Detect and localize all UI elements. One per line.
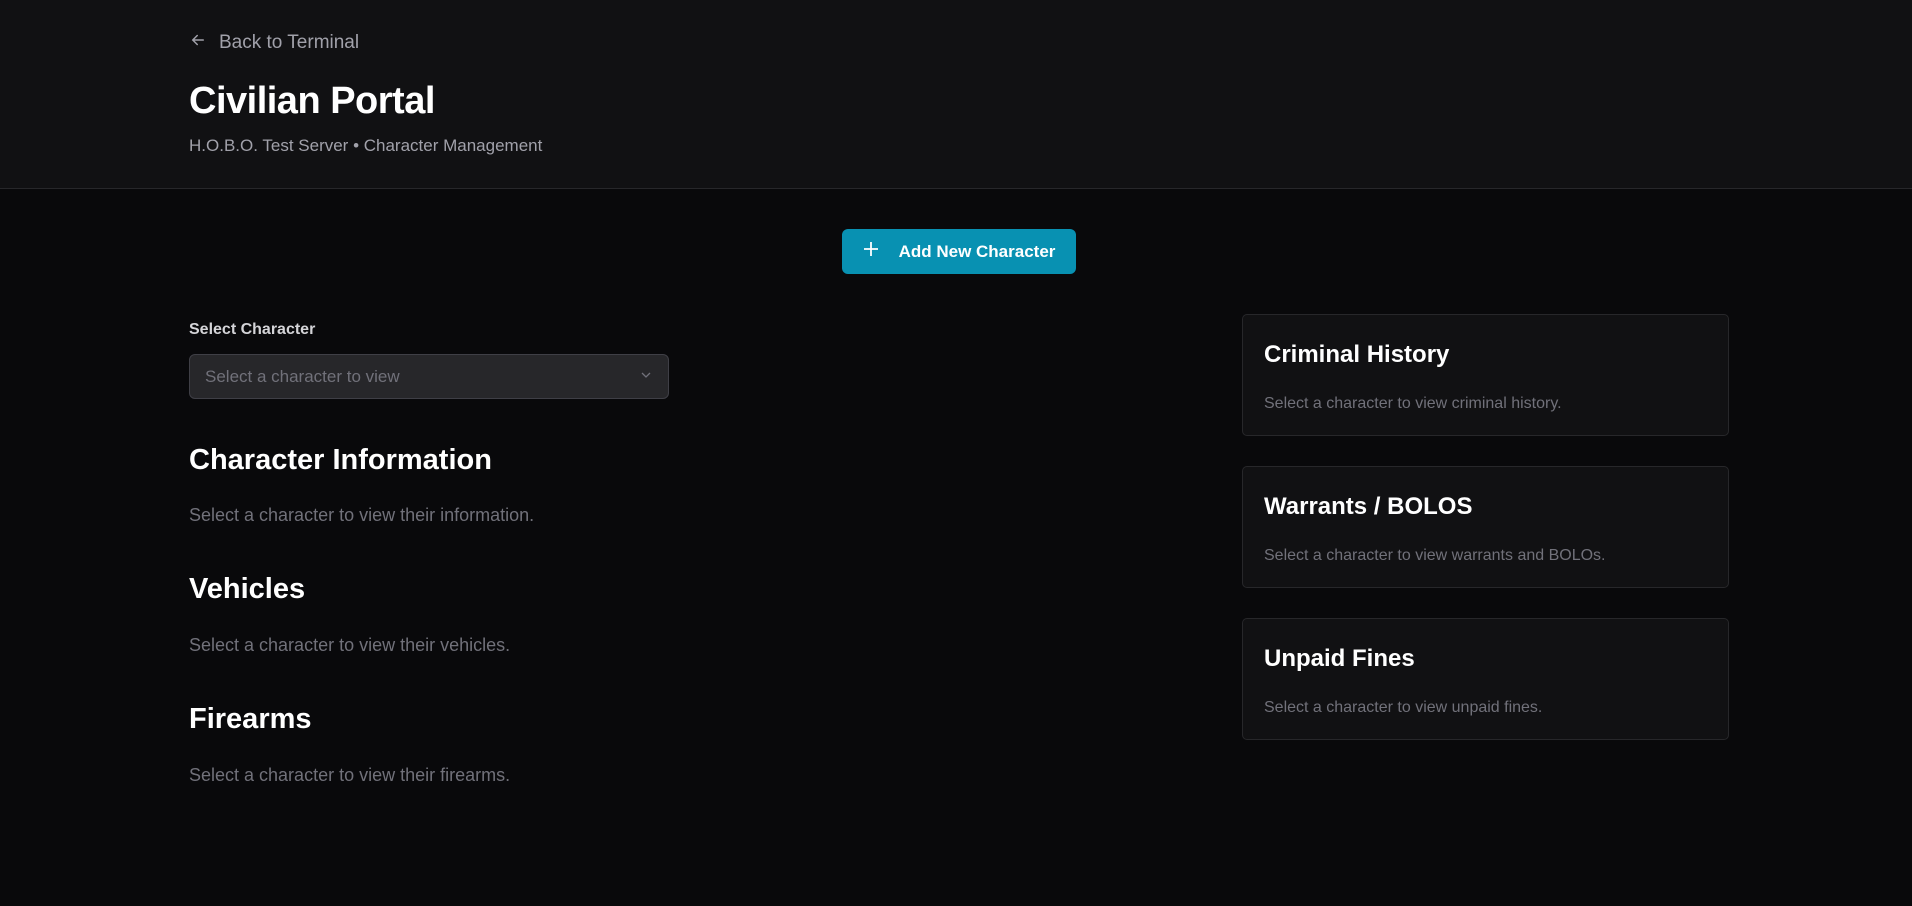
arrow-left-icon (189, 31, 207, 55)
character-select[interactable]: Select a character to view (189, 354, 669, 399)
card-title: Unpaid Fines (1264, 645, 1415, 672)
character-information-heading: Character Information (189, 444, 492, 476)
back-to-terminal-link[interactable]: Back to Terminal (189, 31, 359, 55)
select-placeholder: Select a character to view (205, 366, 400, 386)
character-information-empty: Select a character to view their informa… (189, 505, 535, 525)
warrants-bolos-card: Warrants / BOLOS Select a character to v… (1242, 466, 1729, 588)
page-subtitle: H.O.B.O. Test Server • Character Managem… (189, 136, 543, 155)
card-title: Warrants / BOLOS (1264, 493, 1473, 520)
card-empty-text: Select a character to view warrants and … (1264, 547, 1606, 564)
card-empty-text: Select a character to view unpaid fines. (1264, 699, 1543, 716)
back-label: Back to Terminal (219, 32, 360, 53)
vehicles-empty: Select a character to view their vehicle… (189, 635, 511, 655)
firearms-heading: Firearms (189, 703, 312, 735)
card-title: Criminal History (1264, 341, 1450, 368)
select-character-label: Select Character (189, 321, 316, 338)
criminal-history-card: Criminal History Select a character to v… (1242, 314, 1729, 436)
plus-icon (863, 241, 879, 262)
add-new-character-button[interactable]: Add New Character (842, 229, 1076, 274)
unpaid-fines-card: Unpaid Fines Select a character to view … (1242, 618, 1729, 740)
add-character-label: Add New Character (898, 241, 1056, 261)
chevron-down-icon (639, 367, 653, 387)
firearms-empty: Select a character to view their firearm… (189, 765, 511, 785)
page-header: Back to Terminal Civilian Portal H.O.B.O… (0, 0, 1912, 189)
page-title: Civilian Portal (189, 80, 435, 122)
card-empty-text: Select a character to view criminal hist… (1264, 395, 1562, 412)
vehicles-heading: Vehicles (189, 573, 306, 605)
